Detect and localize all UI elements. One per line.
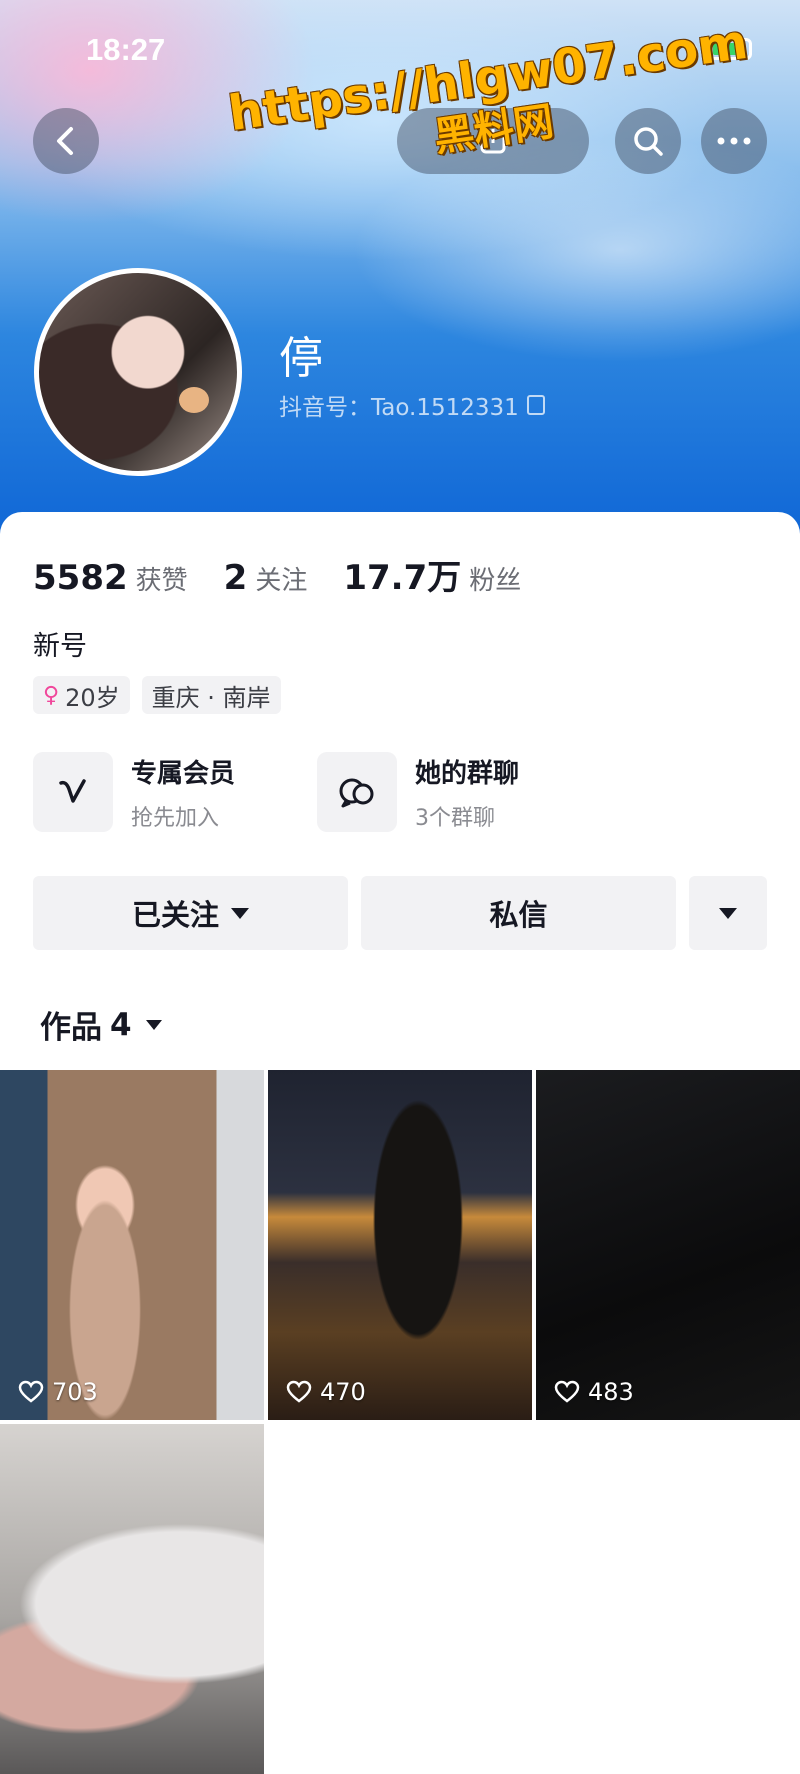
douyin-id-text: 抖音号：Tao.1512331 <box>279 395 519 421</box>
like-count-text: 483 <box>588 1378 634 1406</box>
followers-label: 粉丝 <box>469 566 522 596</box>
actions-row: 已关注 私信 <box>33 876 767 950</box>
more-button[interactable] <box>701 108 767 174</box>
search-button[interactable] <box>615 108 681 174</box>
caret-down-icon <box>231 907 249 919</box>
bio: 新号 <box>33 631 87 662</box>
stat-followers[interactable]: 17.7万 粉丝 <box>343 550 521 599</box>
search-icon <box>634 127 663 156</box>
group-chat-subtitle: 3个群聊 <box>415 805 495 831</box>
caret-down-icon <box>719 907 737 919</box>
like-count: 483 <box>554 1378 634 1406</box>
like-count: 703 <box>18 1378 98 1406</box>
location-tag: 重庆 · 南岸 <box>141 676 281 714</box>
like-count: 470 <box>286 1378 366 1406</box>
heart-icon <box>18 1380 44 1404</box>
group-chat-title: 她的群聊 <box>415 758 520 789</box>
message-button[interactable]: 私信 <box>361 876 676 950</box>
message-label: 私信 <box>489 898 548 932</box>
v-icon <box>33 752 113 832</box>
share-pill-button[interactable] <box>397 108 589 174</box>
douyin-id[interactable]: 抖音号：Tao.1512331 <box>279 388 545 422</box>
caret-down-icon <box>145 1019 162 1030</box>
chevron-left-icon <box>57 127 73 155</box>
avatar[interactable] <box>34 268 242 476</box>
chat-bubbles-icon <box>317 752 397 832</box>
female-icon: ♀ <box>43 682 60 708</box>
tab-works[interactable]: 作品 4 <box>40 1002 162 1047</box>
followers-count: 17.7万 <box>343 558 462 598</box>
stat-likes: 5582 获赞 <box>33 558 188 598</box>
video-thumbnail[interactable]: 703 <box>0 1070 264 1420</box>
like-count-text: 703 <box>52 1378 98 1406</box>
following-label: 关注 <box>255 566 308 596</box>
battery-icon <box>708 38 752 60</box>
heart-icon <box>554 1380 580 1404</box>
like-count-text: 470 <box>320 1378 366 1406</box>
video-thumbnail[interactable] <box>0 1424 264 1774</box>
stat-following[interactable]: 2 关注 <box>224 558 308 598</box>
wifi-icon <box>670 39 698 59</box>
more-options-button[interactable] <box>689 876 767 950</box>
bear-sticker <box>179 387 209 413</box>
copy-icon[interactable] <box>526 395 545 415</box>
age-tag: ♀ 20岁 <box>33 676 130 714</box>
video-thumbnail[interactable]: 483 <box>536 1070 800 1420</box>
member-subtitle: 抢先加入 <box>131 805 220 831</box>
likes-count: 5582 <box>33 558 128 598</box>
group-chat-feature[interactable]: 她的群聊 3个群聊 <box>317 752 601 832</box>
features-row: 专属会员 抢先加入 她的群聊 3个群聊 <box>33 752 601 832</box>
tags-row: ♀ 20岁 重庆 · 南岸 <box>33 676 281 714</box>
works-count: 4 <box>110 1006 132 1043</box>
nickname: 停 <box>279 333 323 384</box>
status-time: 18:27 <box>86 32 166 67</box>
member-feature[interactable]: 专属会员 抢先加入 <box>33 752 317 832</box>
share-icon <box>480 129 506 154</box>
video-thumbnail[interactable]: 470 <box>268 1070 532 1420</box>
location-text: 重庆 · 南岸 <box>151 683 271 712</box>
likes-label: 获赞 <box>135 566 188 596</box>
profile-card: 5582 获赞 2 关注 17.7万 粉丝 新号 ♀ 20岁 重庆 · 南岸 专… <box>0 512 800 1072</box>
works-label: 作品 <box>40 1010 102 1046</box>
back-button[interactable] <box>33 108 99 174</box>
following-count: 2 <box>223 558 248 598</box>
followed-button[interactable]: 已关注 <box>33 876 348 950</box>
followed-label: 已关注 <box>131 898 219 932</box>
age-text: 20岁 <box>65 683 120 712</box>
more-dots-icon <box>717 137 751 145</box>
stats-row: 5582 获赞 2 关注 17.7万 粉丝 <box>33 550 557 599</box>
status-icons <box>670 38 752 60</box>
member-title: 专属会员 <box>131 758 236 789</box>
heart-icon <box>286 1380 312 1404</box>
profile-header: 18:27 https://hlgw07.com 黑料网 停 抖音号：Tao.1… <box>0 0 800 540</box>
